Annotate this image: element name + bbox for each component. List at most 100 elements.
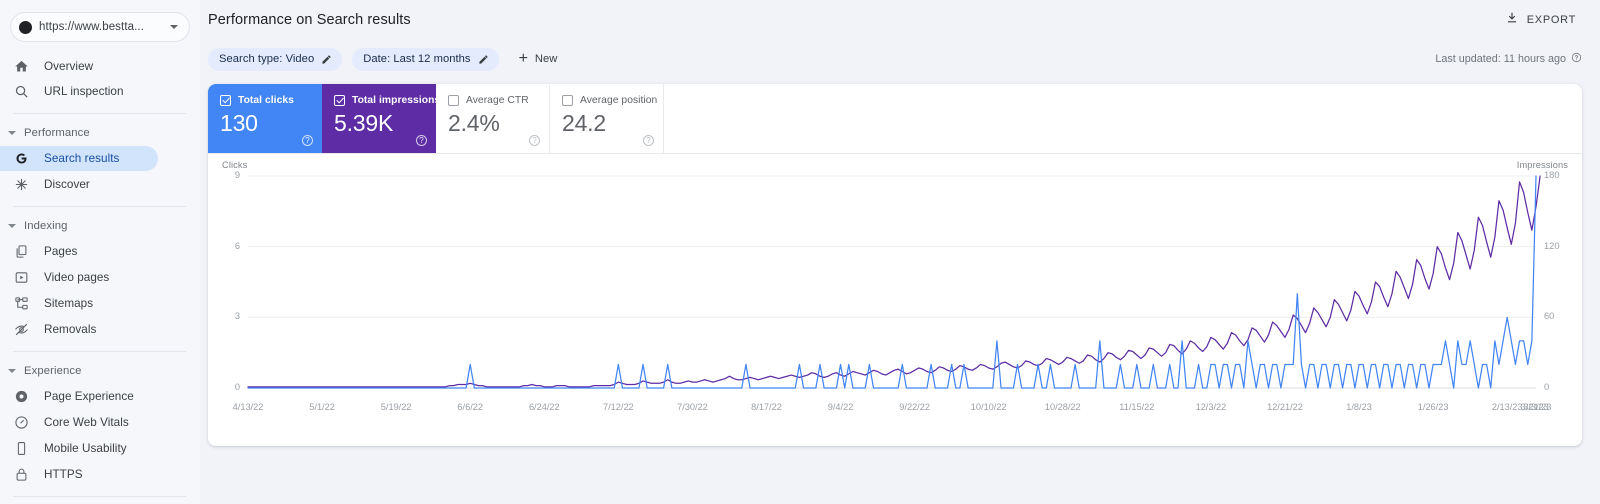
performance-chart-card: Total clicks 130 ? Total impressions 5.3… [208, 84, 1582, 446]
mobile-phone-icon [13, 440, 30, 457]
chevron-down-icon [170, 25, 178, 29]
filter-chip-date[interactable]: Date: Last 12 months [352, 47, 499, 71]
metric-card-total-clicks[interactable]: Total clicks 130 ? [208, 84, 322, 153]
metric-card-total-impressions[interactable]: Total impressions 5.39K ? [322, 84, 440, 153]
help-circle-icon[interactable]: ? [529, 135, 540, 146]
x-tick: 7/12/22 [603, 402, 634, 412]
x-tick: 10/28/22 [1044, 402, 1081, 412]
search-console-app: https://www.bestta... Overview URL inspe… [0, 0, 1600, 504]
property-selector[interactable]: https://www.bestta... [10, 12, 190, 42]
x-tick: 3/21/23 [1520, 402, 1552, 412]
sitemap-tree-icon [13, 295, 30, 312]
metric-header: Average CTR [448, 95, 549, 106]
sidebar-group-performance[interactable]: Performance [0, 123, 200, 143]
metric-card-average-ctr[interactable]: Average CTR 2.4% ? [436, 84, 550, 153]
sidebar-item-pages[interactable]: Pages [0, 239, 158, 264]
y-tick-left: 0 [234, 382, 240, 392]
sidebar-group-label: Indexing [24, 220, 68, 232]
y-tick-left: 3 [234, 311, 240, 322]
export-label: EXPORT [1526, 14, 1576, 26]
x-tick: 6/24/22 [528, 402, 560, 412]
lock-icon [13, 466, 30, 483]
metric-value: 2.4% [448, 110, 500, 136]
metric-label: Total clicks [238, 95, 294, 106]
help-circle-icon[interactable] [1571, 52, 1582, 66]
discover-sparkle-icon [13, 176, 30, 193]
x-tick: 12/3/22 [1195, 402, 1227, 412]
metric-card-average-position[interactable]: Average position 24.2 ? [550, 84, 664, 153]
metric-checkbox[interactable] [220, 95, 231, 106]
top-bar: Performance on Search results EXPORT [200, 0, 1600, 40]
google-g-icon [13, 150, 30, 167]
sidebar-item-label: Sitemaps [44, 297, 94, 310]
sidebar-item-page-experience[interactable]: Page Experience [0, 384, 158, 409]
metric-checkbox[interactable] [448, 95, 459, 106]
export-button[interactable]: EXPORT [1499, 7, 1582, 34]
metric-checkbox[interactable] [562, 95, 573, 106]
filter-chip-search-type[interactable]: Search type: Video [208, 47, 343, 71]
x-tick: 11/15/22 [1119, 402, 1155, 412]
metric-checkbox[interactable] [334, 95, 345, 106]
metric-value: 24.2 [562, 110, 606, 136]
sidebar-item-label: Search results [44, 152, 120, 165]
sidebar-item-url-inspection[interactable]: URL inspection [0, 79, 158, 104]
metric-header: Total clicks [220, 95, 322, 106]
pencil-icon [321, 54, 332, 65]
x-tick: 5/19/22 [380, 402, 412, 412]
y-tick-right: 0 [1544, 382, 1550, 392]
help-circle-icon[interactable]: ? [302, 135, 313, 146]
page-experience-dot-icon [13, 388, 30, 405]
new-filter-label: New [534, 53, 558, 65]
home-icon [13, 58, 30, 75]
y-tick-right: 60 [1544, 311, 1555, 322]
sidebar-item-label: URL inspection [44, 85, 124, 98]
x-tick: 4/13/22 [232, 402, 264, 412]
chevron-down-icon [8, 131, 16, 135]
last-updated: Last updated: 11 hours ago [1435, 52, 1582, 66]
sidebar-item-https[interactable]: HTTPS [0, 462, 158, 487]
x-tick: 9/4/22 [827, 402, 854, 412]
x-tick: 9/22/22 [899, 402, 930, 412]
download-icon [1505, 11, 1519, 30]
sidebar-item-label: Removals [44, 323, 97, 336]
sidebar-divider [13, 351, 186, 352]
sidebar-item-label: Pages [44, 245, 78, 258]
x-tick: 6/6/22 [457, 402, 483, 412]
x-tick: 1/26/23 [1417, 402, 1449, 412]
sidebar-group-indexing[interactable]: Indexing [0, 216, 200, 236]
sidebar-item-label: Mobile Usability [44, 442, 127, 455]
sidebar-item-search-results[interactable]: Search results [0, 146, 158, 171]
sidebar-item-label: Core Web Vitals [44, 416, 129, 429]
sidebar-item-label: Video pages [44, 271, 110, 284]
sidebar-item-overview[interactable]: Overview [0, 54, 158, 79]
sidebar-item-label: HTTPS [44, 468, 83, 481]
sidebar-item-sitemaps[interactable]: Sitemaps [0, 291, 158, 316]
metric-label: Average CTR [466, 95, 529, 106]
help-circle-icon[interactable]: ? [416, 135, 427, 146]
chart-plot-area: Clicks Impressions 0369 0 60 120 180 4/13/2… [208, 154, 1582, 446]
x-tick: 7/30/22 [677, 402, 708, 412]
new-filter-button[interactable]: + New [513, 48, 564, 71]
property-url: https://www.bestta... [39, 21, 145, 33]
sidebar: https://www.bestta... Overview URL inspe… [0, 0, 200, 504]
x-tick: 5/1/22 [309, 402, 335, 412]
sidebar-item-core-web-vitals[interactable]: Core Web Vitals [0, 410, 158, 435]
y-tick-right: 180 [1544, 170, 1560, 180]
help-circle-icon[interactable]: ? [643, 135, 654, 146]
sidebar-group-items-performance: Search results Discover [0, 146, 200, 197]
metric-header: Average position [562, 95, 663, 106]
x-tick: 8/17/22 [751, 402, 782, 412]
pencil-icon [478, 54, 489, 65]
sidebar-item-video-pages[interactable]: Video pages [0, 265, 158, 290]
sidebar-item-discover[interactable]: Discover [0, 172, 158, 197]
main-content: Performance on Search results EXPORT Sea… [200, 0, 1600, 504]
sidebar-item-removals[interactable]: Removals [0, 317, 158, 342]
chevron-down-icon [8, 224, 16, 228]
last-updated-text: Last updated: 11 hours ago [1435, 53, 1566, 65]
y-tick-left: 9 [234, 170, 240, 180]
metrics-filler [664, 84, 1582, 153]
sidebar-item-mobile-usability[interactable]: Mobile Usability [0, 436, 158, 461]
speedometer-icon [13, 414, 30, 431]
sidebar-group-experience[interactable]: Experience [0, 361, 200, 381]
x-tick: 1/8/23 [1346, 402, 1372, 412]
